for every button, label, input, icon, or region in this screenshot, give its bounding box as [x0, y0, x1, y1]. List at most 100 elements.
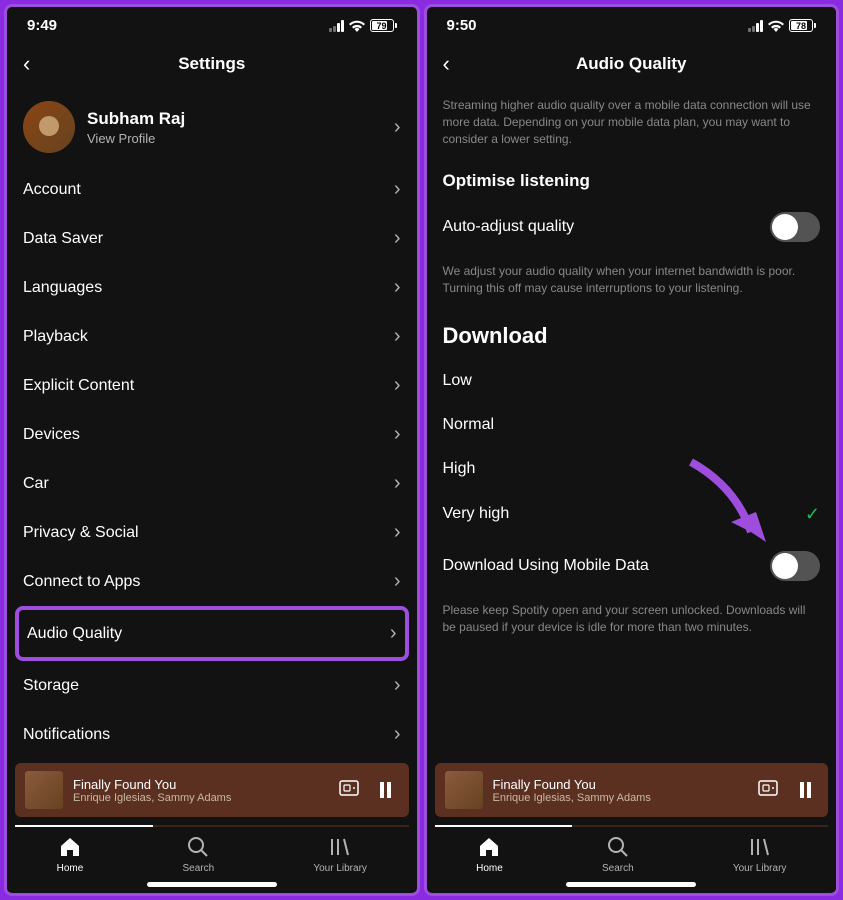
mobile-data-label: Download Using Mobile Data	[443, 557, 649, 575]
now-playing-bar[interactable]: Finally Found You Enrique Iglesias, Samm…	[15, 763, 409, 817]
setting-label: Playback	[23, 328, 88, 346]
setting-label: Audio Quality	[27, 625, 122, 643]
library-icon	[748, 835, 772, 859]
wifi-icon	[768, 20, 784, 32]
chevron-right-icon: ›	[390, 622, 397, 645]
library-icon	[328, 835, 352, 859]
option-label: Normal	[443, 416, 495, 434]
mobile-data-description: Please keep Spotify open and your screen…	[443, 594, 821, 644]
chevron-right-icon: ›	[394, 521, 401, 544]
chevron-right-icon: ›	[394, 674, 401, 697]
tab-home[interactable]: Home	[57, 835, 84, 874]
phone-settings: 9:49 79 ‹ Settings Subham Raj View Profi…	[4, 4, 420, 896]
cellular-signal-icon	[748, 20, 763, 32]
setting-label: Data Saver	[23, 230, 103, 248]
tab-search[interactable]: Search	[182, 835, 214, 874]
album-art	[445, 771, 483, 809]
setting-row-account[interactable]: Account›	[23, 165, 401, 214]
download-option-normal[interactable]: Normal	[443, 403, 821, 447]
now-playing-bar[interactable]: Finally Found You Enrique Iglesias, Samm…	[435, 763, 829, 817]
track-title: Finally Found You	[73, 777, 325, 792]
auto-adjust-toggle[interactable]	[770, 212, 820, 242]
status-bar: 9:49 79	[7, 7, 417, 39]
profile-subtitle: View Profile	[87, 131, 382, 146]
setting-row-languages[interactable]: Languages ›	[23, 263, 401, 312]
connect-devices-button[interactable]	[754, 776, 782, 805]
audio-quality-content[interactable]: Streaming higher audio quality over a mo…	[427, 89, 837, 755]
battery-icon: 78	[789, 19, 816, 32]
setting-label: Languages	[23, 279, 102, 297]
chevron-right-icon: ›	[394, 472, 401, 495]
setting-label: Explicit Content	[23, 377, 134, 395]
check-icon: ✓	[805, 504, 820, 525]
setting-row-notifications[interactable]: Notifications›	[23, 710, 401, 755]
download-option-high[interactable]: High	[443, 447, 821, 491]
pause-button[interactable]	[373, 777, 399, 803]
mobile-data-toggle[interactable]	[770, 551, 820, 581]
download-section-title: Download	[443, 305, 821, 359]
tab-bar: Home Search Your Library	[7, 827, 417, 878]
auto-adjust-row: Auto-adjust quality	[443, 199, 821, 255]
chevron-right-icon: ›	[394, 325, 401, 348]
status-time: 9:49	[27, 17, 57, 34]
profile-name: Subham Raj	[87, 109, 382, 129]
album-art	[25, 771, 63, 809]
setting-row-car[interactable]: Car ›	[23, 459, 401, 508]
home-indicator[interactable]	[566, 882, 696, 887]
chevron-right-icon: ›	[394, 116, 401, 139]
cellular-signal-icon	[329, 20, 344, 32]
track-artist: Enrique Iglesias, Sammy Adams	[493, 792, 745, 804]
streaming-description: Streaming higher audio quality over a mo…	[443, 89, 821, 155]
status-right: 79	[329, 19, 397, 32]
setting-label: Connect to Apps	[23, 573, 140, 591]
auto-adjust-label: Auto-adjust quality	[443, 218, 575, 236]
option-label: High	[443, 460, 476, 478]
tab-library[interactable]: Your Library	[313, 835, 367, 874]
setting-row-privacy-social[interactable]: Privacy & Social›	[23, 508, 401, 557]
chevron-right-icon: ›	[394, 570, 401, 593]
header: ‹ Settings	[7, 39, 417, 89]
chevron-right-icon: ›	[394, 227, 401, 250]
battery-icon: 79	[370, 19, 397, 32]
option-label: Low	[443, 372, 472, 390]
settings-content[interactable]: Subham Raj View Profile › Account›Data S…	[7, 89, 417, 755]
setting-label: Devices	[23, 426, 80, 444]
search-icon	[186, 835, 210, 859]
back-button[interactable]: ‹	[443, 51, 450, 77]
setting-row-storage[interactable]: Storage ›	[23, 661, 401, 710]
chevron-right-icon: ›	[394, 276, 401, 299]
tab-search[interactable]: Search	[602, 835, 634, 874]
home-indicator[interactable]	[147, 882, 277, 887]
setting-row-connect-to-apps[interactable]: Connect to Apps ›	[23, 557, 401, 606]
mobile-data-row: Download Using Mobile Data	[443, 538, 821, 594]
wifi-icon	[349, 20, 365, 32]
tab-library[interactable]: Your Library	[733, 835, 787, 874]
connect-devices-button[interactable]	[335, 776, 363, 805]
setting-row-explicit-content[interactable]: Explicit Content›	[23, 361, 401, 410]
home-icon	[477, 835, 501, 859]
setting-label: Storage	[23, 677, 79, 695]
setting-row-data-saver[interactable]: Data Saver ›	[23, 214, 401, 263]
setting-row-devices[interactable]: Devices ›	[23, 410, 401, 459]
status-bar: 9:50 78	[427, 7, 837, 39]
optimise-section-title: Optimise listening	[443, 155, 821, 199]
avatar	[23, 101, 75, 153]
chevron-right-icon: ›	[394, 423, 401, 446]
pause-button[interactable]	[792, 777, 818, 803]
setting-row-playback[interactable]: Playback ›	[23, 312, 401, 361]
download-option-very-high[interactable]: Very high ✓	[443, 491, 821, 538]
setting-row-audio-quality[interactable]: Audio Quality ›	[15, 606, 409, 661]
header: ‹ Audio Quality	[427, 39, 837, 89]
tab-home[interactable]: Home	[476, 835, 503, 874]
setting-label: Car	[23, 475, 49, 493]
profile-row[interactable]: Subham Raj View Profile ›	[23, 89, 401, 165]
chevron-right-icon: ›	[394, 178, 401, 201]
option-label: Very high	[443, 505, 510, 523]
download-option-low[interactable]: Low	[443, 359, 821, 403]
status-time: 9:50	[447, 17, 477, 34]
track-artist: Enrique Iglesias, Sammy Adams	[73, 792, 325, 804]
home-icon	[58, 835, 82, 859]
phone-audio-quality: 9:50 78 ‹ Audio Quality Streaming higher…	[424, 4, 840, 896]
page-title: Audio Quality	[576, 54, 687, 74]
back-button[interactable]: ‹	[23, 51, 30, 77]
